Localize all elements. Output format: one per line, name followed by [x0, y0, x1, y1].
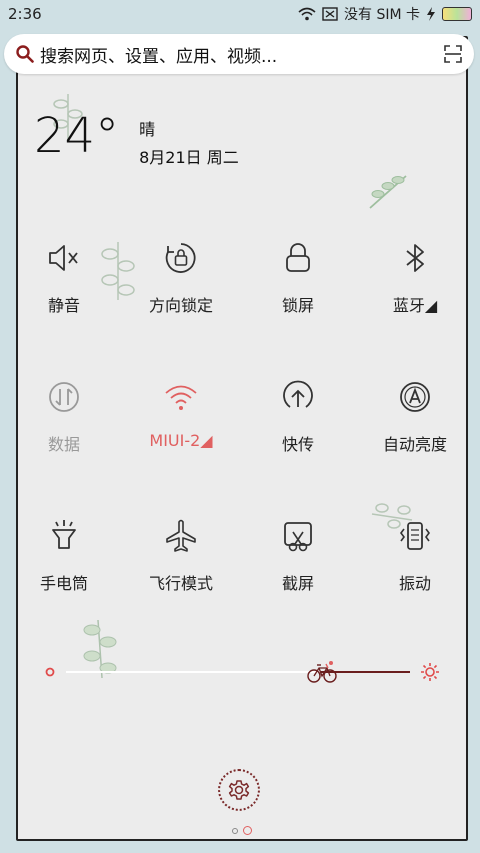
settings-button[interactable] — [218, 769, 260, 811]
toggle-wifi[interactable]: MIUI-2◢ — [131, 379, 231, 450]
auto-brightness-icon — [400, 382, 430, 412]
toggle-rotation-lock[interactable]: 方向锁定 — [131, 240, 231, 316]
brightness-slider[interactable] — [40, 660, 440, 684]
toggle-lock-screen[interactable]: 锁屏 — [248, 240, 348, 316]
charging-icon — [427, 7, 435, 21]
status-icons: 没有 SIM 卡 — [298, 4, 472, 24]
toggle-label: 数据 — [47, 435, 80, 454]
gear-icon — [228, 780, 250, 800]
leaf-decoration-icon — [369, 175, 407, 209]
no-sim-icon — [322, 7, 338, 21]
weather-condition: 晴 — [139, 120, 156, 139]
toggle-quick-transfer[interactable]: 快传 — [248, 379, 348, 455]
data-icon — [49, 382, 79, 412]
toggle-label: 手电筒 — [39, 574, 88, 593]
status-bar: 2:36 没有 SIM 卡 — [0, 0, 480, 28]
toggle-label: MIUI-2◢ — [149, 431, 213, 450]
page-dot — [232, 827, 238, 834]
rotation-lock-icon — [165, 243, 196, 273]
search-bar[interactable]: 搜索网页、设置、应用、视频... — [4, 34, 474, 74]
toggle-bluetooth[interactable]: 蓝牙◢ — [365, 240, 465, 316]
toggle-mute[interactable]: 静音 — [14, 240, 114, 316]
airplane-icon — [166, 519, 196, 552]
no-sim-text: 没有 SIM 卡 — [344, 7, 420, 23]
bicycle-thumb-icon[interactable] — [306, 660, 337, 684]
flashlight-icon — [52, 520, 76, 549]
vibrate-icon — [400, 522, 430, 550]
search-icon — [16, 45, 34, 63]
toggle-label: 快传 — [281, 435, 314, 454]
brightness-low-icon — [45, 667, 55, 677]
mute-icon — [49, 245, 78, 271]
toggle-auto-brightness[interactable]: 自动亮度 — [365, 379, 465, 455]
toggle-label: 锁屏 — [281, 296, 314, 315]
toggle-label: 静音 — [47, 296, 80, 315]
toggle-label: 振动 — [398, 574, 431, 593]
temperature: 24° — [34, 108, 120, 164]
screenshot-icon — [284, 522, 312, 552]
wifi-icon — [165, 385, 197, 410]
toggle-airplane[interactable]: 飞行模式 — [131, 518, 231, 594]
search-placeholder[interactable]: 搜索网页、设置、应用、视频... — [40, 42, 444, 67]
lock-icon — [286, 243, 310, 272]
toggle-vibrate[interactable]: 振动 — [365, 518, 465, 594]
page-indicator — [232, 826, 252, 835]
toggle-label: 截屏 — [281, 574, 314, 593]
scan-icon[interactable] — [444, 45, 462, 63]
toggle-label: 蓝牙◢ — [392, 296, 438, 315]
toggle-flashlight[interactable]: 手电筒 — [14, 518, 114, 594]
status-time: 2:36 — [8, 5, 42, 23]
toggle-data[interactable]: 数据 — [14, 379, 114, 455]
quick-transfer-icon — [283, 380, 313, 408]
brightness-high-icon — [421, 663, 439, 681]
toggle-label: 方向锁定 — [148, 296, 213, 315]
weather-date: 8月21日 周二 — [139, 148, 239, 167]
toggle-screenshot[interactable]: 截屏 — [248, 518, 348, 594]
toggle-label: 自动亮度 — [382, 435, 447, 454]
weather-details: 晴 8月21日 周二 — [139, 116, 239, 172]
toggle-label: 飞行模式 — [148, 574, 213, 593]
weather-widget[interactable]: 24° 晴 8月21日 周二 — [34, 112, 239, 172]
battery-icon — [442, 7, 472, 21]
page-dot-active — [243, 826, 252, 835]
bluetooth-icon — [406, 244, 424, 272]
brightness-track-filled — [66, 671, 321, 673]
wifi-signal-icon — [298, 7, 316, 21]
